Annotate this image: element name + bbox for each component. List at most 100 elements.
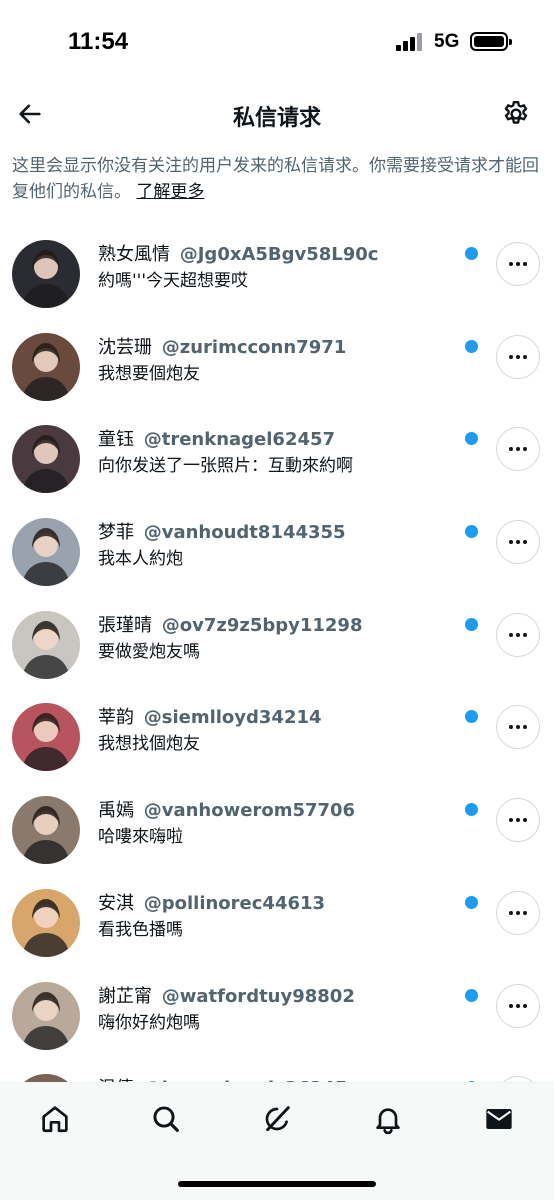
more-dot-icon <box>516 910 520 915</box>
message-preview: 我想要個炮友 <box>98 363 200 384</box>
more-dot-icon <box>516 354 520 359</box>
more-dot-icon <box>509 447 513 452</box>
unread-dot <box>465 525 478 539</box>
request-item[interactable]: 沈芸珊 @zurimcconn7971 我想要個炮友 <box>0 315 554 408</box>
unread-dot <box>465 803 478 817</box>
avatar[interactable] <box>12 703 80 772</box>
avatar[interactable] <box>12 332 80 401</box>
message-preview: 哈嘍來嗨啦 <box>98 827 183 848</box>
message-preview: 我想找個炮友 <box>98 734 200 755</box>
display-name: 童钰 <box>98 429 134 451</box>
avatar[interactable] <box>12 888 80 957</box>
more-options-button[interactable] <box>496 798 540 843</box>
more-options-button[interactable] <box>496 890 540 935</box>
unread-dot <box>465 432 478 446</box>
user-handle: @vanhoudt8144355 <box>143 522 346 544</box>
avatar[interactable] <box>12 796 80 865</box>
more-dot-icon <box>523 447 527 452</box>
name-line: 安淇 @pollinorec44613 <box>98 889 458 915</box>
status-time: 11:54 <box>68 28 129 55</box>
settings-button[interactable] <box>498 96 534 132</box>
user-handle: @siemlloyd34214 <box>143 707 322 729</box>
message-preview: 看我色播嗎 <box>98 919 183 940</box>
more-dot-icon <box>509 818 513 823</box>
name-line: 莘韵 @siemlloyd34214 <box>98 703 458 729</box>
more-options-button[interactable] <box>496 612 540 657</box>
name-line: 熟女風情 @Jg0xA5Bgv58L90c <box>98 240 458 266</box>
request-item[interactable]: 梦菲 @vanhoudt8144355 我本人約炮 <box>0 500 554 593</box>
more-options-button[interactable] <box>496 242 540 286</box>
unread-dot <box>465 988 478 1002</box>
request-item[interactable]: 熟女風情 @Jg0xA5Bgv58L90c 約嗎'''今天超想要哎 <box>0 222 554 315</box>
avatar[interactable] <box>12 981 80 1050</box>
display-name: 梦菲 <box>98 522 134 544</box>
more-dot-icon <box>516 818 520 823</box>
more-dot-icon <box>516 262 520 266</box>
nav-search[interactable] <box>144 1097 188 1141</box>
avatar[interactable] <box>12 240 80 308</box>
status-bar: 11:54 5G <box>0 0 554 84</box>
envelope-icon <box>486 1109 512 1129</box>
more-dot-icon <box>523 910 527 915</box>
user-handle: @ov7z9z5bpy11298 <box>161 614 363 636</box>
learn-more-link[interactable]: 了解更多 <box>136 182 204 202</box>
more-dot-icon <box>509 632 513 637</box>
home-indicator <box>178 1181 376 1187</box>
request-item[interactable]: 張瑾晴 @ov7z9z5bpy11298 要做愛炮友嗎 <box>0 593 554 686</box>
user-handle: @pollinorec44613 <box>143 892 326 914</box>
more-options-button[interactable] <box>496 334 540 379</box>
unread-dot <box>465 895 478 909</box>
more-dot-icon <box>523 1003 527 1008</box>
user-handle: @Jg0xA5Bgv58L90c <box>179 244 379 265</box>
info-text: 这里会显示你没有关注的用户发来的私信请求。你需要接受请求才能回复他们的私信。 了… <box>12 156 539 202</box>
request-item[interactable]: 謝芷甯 @watfordtuy98802 嗨你好約炮嗎 <box>0 964 554 1057</box>
more-dot-icon <box>523 725 527 730</box>
avatar[interactable] <box>12 518 80 587</box>
more-dot-icon <box>509 910 513 915</box>
nav-messages[interactable] <box>477 1097 521 1141</box>
request-item[interactable]: 莘韵 @siemlloyd34214 我想找個炮友 <box>0 685 554 778</box>
request-list: 熟女風情 @Jg0xA5Bgv58L90c 約嗎'''今天超想要哎 沈芸珊 @z… <box>0 222 554 1149</box>
request-item[interactable]: 安淇 @pollinorec44613 看我色播嗎 <box>0 871 554 964</box>
display-name: 熟女風情 <box>98 244 170 265</box>
more-options-button[interactable] <box>496 983 540 1028</box>
more-dot-icon <box>516 447 520 452</box>
more-options-button[interactable] <box>496 520 540 565</box>
user-handle: @watfordtuy98802 <box>161 985 355 1007</box>
more-options-button[interactable] <box>496 705 540 750</box>
unread-dot <box>465 710 478 724</box>
nav-notifications[interactable] <box>366 1097 410 1141</box>
bottom-nav <box>0 1082 554 1200</box>
more-options-button[interactable] <box>496 427 540 472</box>
grok-icon <box>265 1106 290 1132</box>
request-item[interactable]: 童钰 @trenknagel62457 向你发送了一张照片：互動來約啊 <box>0 407 554 500</box>
more-dot-icon <box>509 262 513 266</box>
battery-icon <box>470 32 512 51</box>
name-line: 謝芷甯 @watfordtuy98802 <box>98 982 458 1008</box>
gear-icon <box>504 100 528 124</box>
display-name: 張瑾晴 <box>98 614 152 636</box>
home-icon <box>42 1106 68 1133</box>
avatar[interactable] <box>12 610 80 679</box>
header: 私信请求 <box>0 84 554 144</box>
more-dot-icon <box>523 632 527 637</box>
more-dot-icon <box>516 632 520 637</box>
network-label: 5G <box>434 31 460 52</box>
more-dot-icon <box>523 262 527 266</box>
signal-icon <box>396 33 424 51</box>
nav-grok[interactable] <box>255 1097 299 1141</box>
message-preview: 向你发送了一张照片：互動來約啊 <box>98 456 353 477</box>
unread-dot <box>465 339 478 353</box>
more-dot-icon <box>523 540 527 545</box>
avatar[interactable] <box>12 425 80 494</box>
unread-dot <box>465 617 478 631</box>
display-name: 莘韵 <box>98 707 134 729</box>
more-dot-icon <box>516 725 520 730</box>
page-title: 私信请求 <box>232 106 321 131</box>
nav-home[interactable] <box>33 1097 77 1141</box>
message-preview: 我本人約炮 <box>98 549 183 570</box>
more-dot-icon <box>523 818 527 823</box>
user-handle: @zurimcconn7971 <box>161 336 347 358</box>
request-item[interactable]: 禹嫣 @vanhowerom57706 哈嘍來嗨啦 <box>0 778 554 871</box>
unread-dot <box>465 247 478 260</box>
